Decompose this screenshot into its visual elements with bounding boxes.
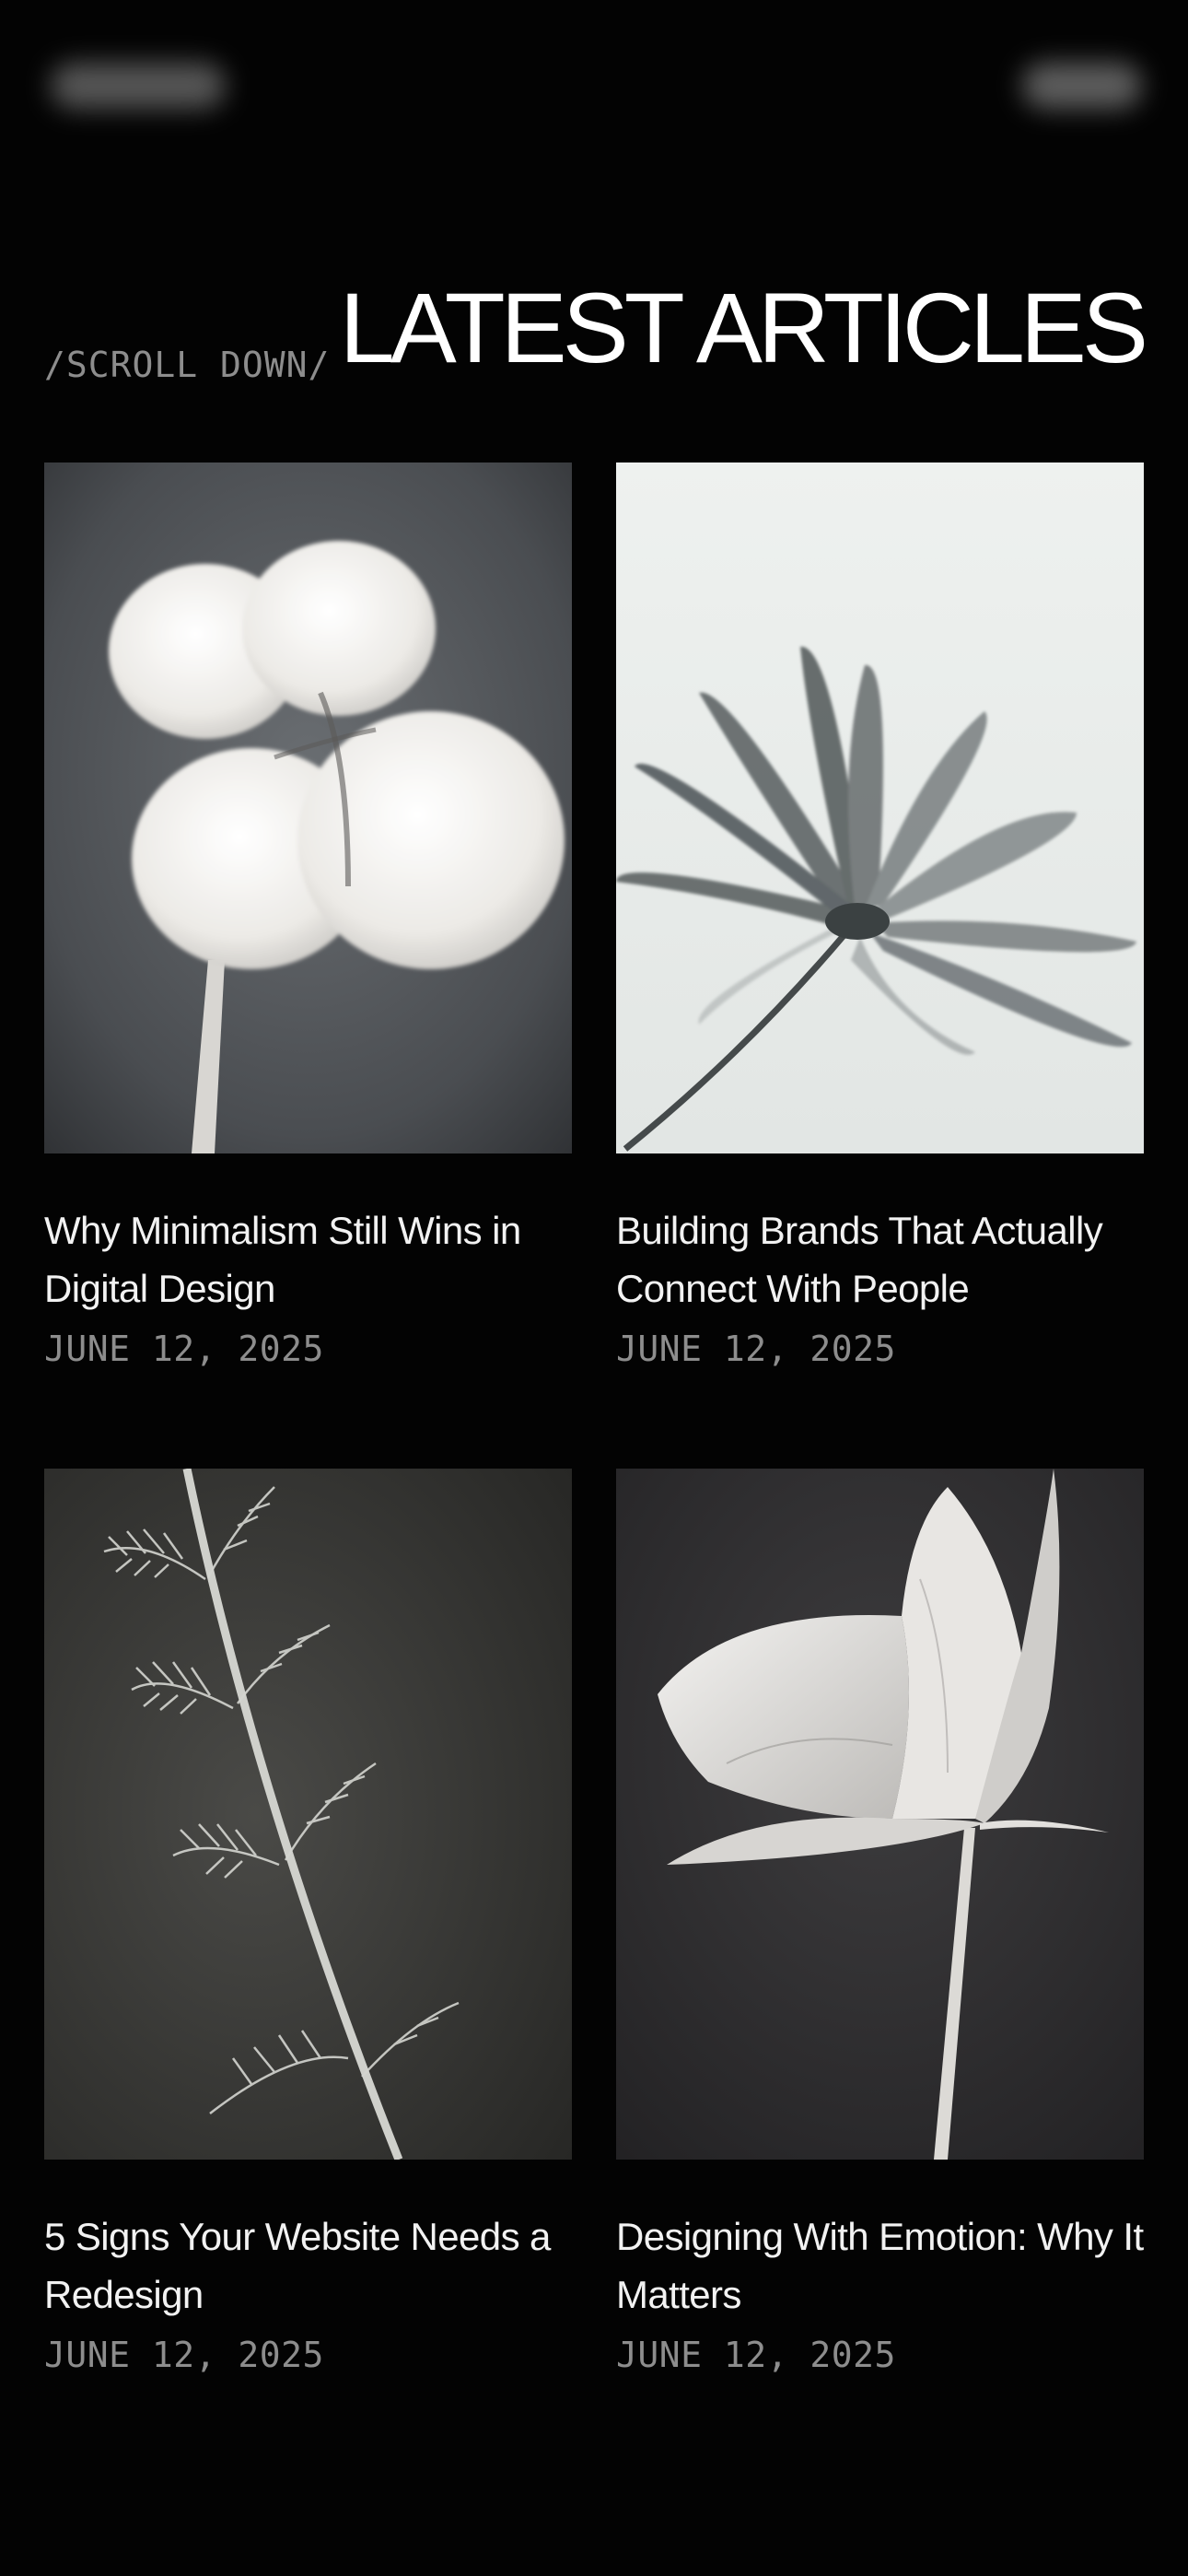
article-title[interactable]: Why Minimalism Still Wins in Digital Des… xyxy=(44,1201,572,1317)
article-date: JUNE 12, 2025 xyxy=(616,2335,896,2375)
article-image-tulip[interactable] xyxy=(616,1469,1144,2160)
article-image-daisy[interactable] xyxy=(616,463,1144,1153)
article-title[interactable]: Designing With Emotion: Why It Matters xyxy=(616,2207,1144,2324)
article-title[interactable]: Building Brands That Actually Connect Wi… xyxy=(616,1201,1144,1317)
scroll-down-hint: /SCROLL DOWN/ xyxy=(44,345,331,385)
blurred-logo[interactable] xyxy=(51,63,226,109)
article-image-grass[interactable] xyxy=(44,1469,572,2160)
article-image-cotton[interactable] xyxy=(44,463,572,1153)
article-card[interactable]: 5 Signs Your Website Needs a Redesign JU… xyxy=(44,1469,572,2375)
page-title: LATEST ARTICLES xyxy=(339,272,1148,383)
article-date: JUNE 12, 2025 xyxy=(616,1329,896,1369)
article-date: JUNE 12, 2025 xyxy=(44,1329,324,1369)
top-navigation-bar xyxy=(0,0,1188,184)
blurred-menu-button[interactable] xyxy=(1022,63,1142,109)
article-card[interactable]: Designing With Emotion: Why It Matters J… xyxy=(616,1469,1144,2375)
article-card[interactable]: Why Minimalism Still Wins in Digital Des… xyxy=(44,463,572,1369)
article-title[interactable]: 5 Signs Your Website Needs a Redesign xyxy=(44,2207,572,2324)
article-card[interactable]: Building Brands That Actually Connect Wi… xyxy=(616,463,1144,1369)
article-date: JUNE 12, 2025 xyxy=(44,2335,324,2375)
